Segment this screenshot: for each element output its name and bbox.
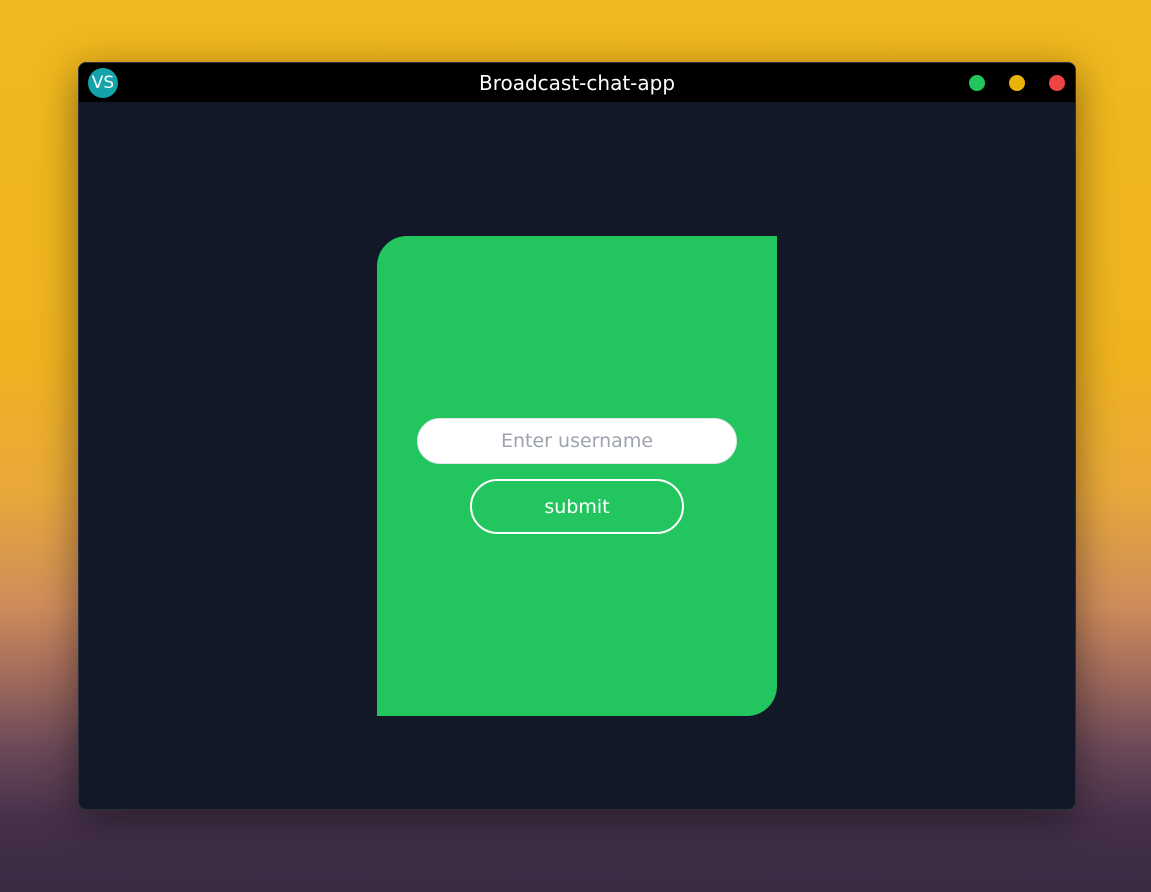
window-title: Broadcast-chat-app [478, 71, 676, 95]
close-button[interactable] [1049, 75, 1065, 91]
title-bar[interactable]: VS Broadcast-chat-app [79, 63, 1075, 102]
login-card: submit [377, 236, 777, 716]
app-window: VS Broadcast-chat-app submit [78, 62, 1076, 810]
username-input[interactable] [417, 418, 737, 464]
maximize-button[interactable] [969, 75, 985, 91]
minimize-button[interactable] [1009, 75, 1025, 91]
submit-button[interactable]: submit [470, 479, 684, 534]
